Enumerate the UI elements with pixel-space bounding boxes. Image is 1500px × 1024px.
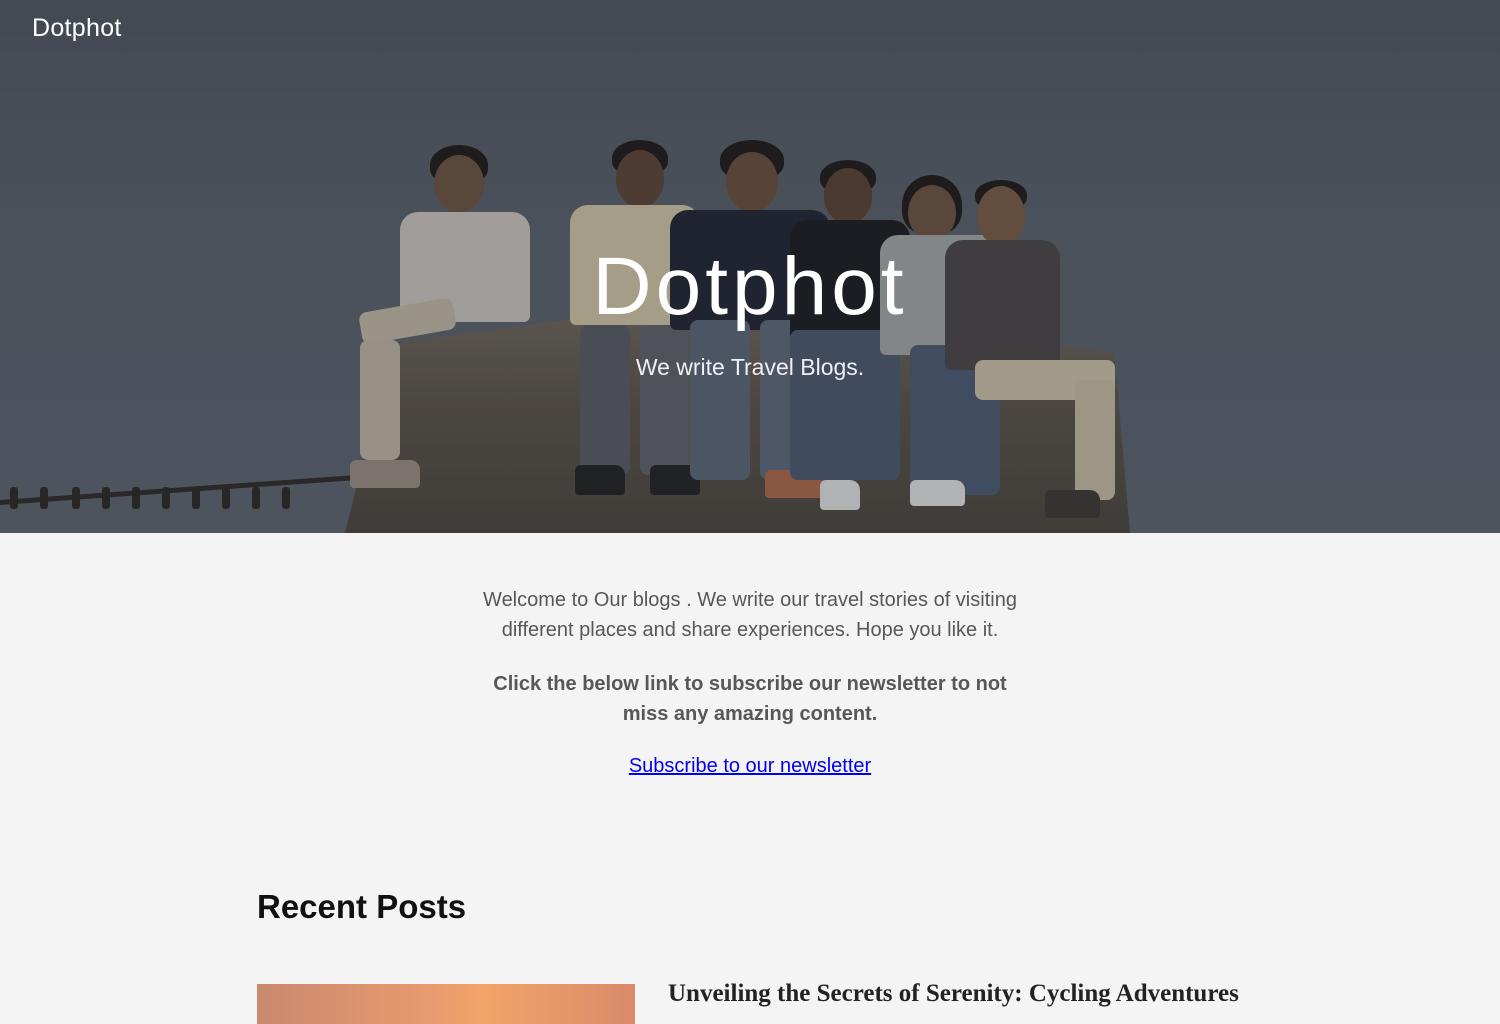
- welcome-text: Welcome to Our blogs . We write our trav…: [483, 589, 1017, 641]
- hero-title: Dotphot: [592, 241, 908, 332]
- hero-banner: Dotphot Dotphot We write Travel Blogs.: [0, 0, 1500, 533]
- intro-section: Welcome to Our blogs . We write our trav…: [470, 533, 1030, 778]
- subscribe-newsletter-link[interactable]: Subscribe to our newsletter: [629, 755, 871, 777]
- post-thumbnail[interactable]: [257, 984, 635, 1024]
- recent-posts-heading: Recent Posts: [257, 888, 467, 925]
- newsletter-cta-text: Click the below link to subscribe our ne…: [493, 673, 1007, 725]
- hero-subtitle: We write Travel Blogs.: [635, 354, 865, 380]
- post-title-link[interactable]: Unveiling the Secrets of Serenity: Cycli…: [668, 980, 1239, 1008]
- site-title-link[interactable]: Dotphot: [32, 14, 122, 43]
